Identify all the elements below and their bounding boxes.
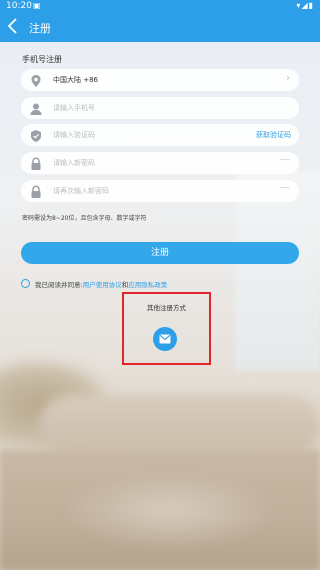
code-input[interactable]: 请输入验证码 [53,130,95,140]
agreement-text: 我已阅读并同意:用户使用协议和应用隐私政策 [35,279,167,289]
app-bar: 注册 [0,14,320,42]
mail-icon [159,334,171,344]
agreement-prefix: 我已阅读并同意: [35,281,83,289]
other-register-methods: 其他注册方式 [122,292,211,365]
code-field[interactable]: 请输入验证码 获取验证码 [21,124,299,146]
back-arrow-icon[interactable] [7,17,23,37]
phone-field[interactable]: 请输入手机号 [21,97,299,119]
privacy-policy-link[interactable]: 应用隐私政策 [128,281,167,289]
status-time: 10:20 [6,1,32,11]
email-register-button[interactable] [153,327,177,351]
password-confirm-field[interactable]: 请再次输入新密码 — [21,180,299,202]
password-confirm-input[interactable]: 请再次输入新密码 [53,186,109,196]
agreement-radio[interactable] [21,279,30,288]
password-visibility-icon[interactable]: — [280,154,290,165]
lock-icon [29,156,43,170]
page-title: 注册 [29,22,51,35]
phone-input[interactable]: 请输入手机号 [53,103,95,113]
region-selector[interactable]: 中国大陆 +86 › [21,69,299,91]
status-bar: 10:20 ▣ ▾◢▮ [0,0,320,14]
password-hint: 密码需设为8~20位，且包含字母、数字或字符 [22,215,147,222]
shield-check-icon [29,128,43,142]
register-button[interactable]: 注册 [21,242,299,264]
password-input[interactable]: 请输入新密码 [53,158,95,168]
get-code-button[interactable]: 获取验证码 [256,130,291,140]
status-icons: ▾◢▮ [296,1,314,10]
user-agreement-link[interactable]: 用户使用协议 [83,281,122,289]
register-form: 手机号注册 中国大陆 +86 › 请输入手机号 请输入验证码 获取验证码 请输入… [0,42,320,570]
other-methods-label: 其他注册方式 [147,304,186,312]
chevron-right-icon: › [286,73,290,84]
lock-icon [29,184,43,198]
password-field[interactable]: 请输入新密码 — [21,152,299,174]
user-icon [29,101,43,115]
region-value: 中国大陆 +86 [53,76,98,84]
password-confirm-visibility-icon[interactable]: — [280,182,290,193]
section-label: 手机号注册 [22,55,62,64]
location-pin-icon [29,73,43,87]
gallery-icon: ▣ [33,1,41,10]
